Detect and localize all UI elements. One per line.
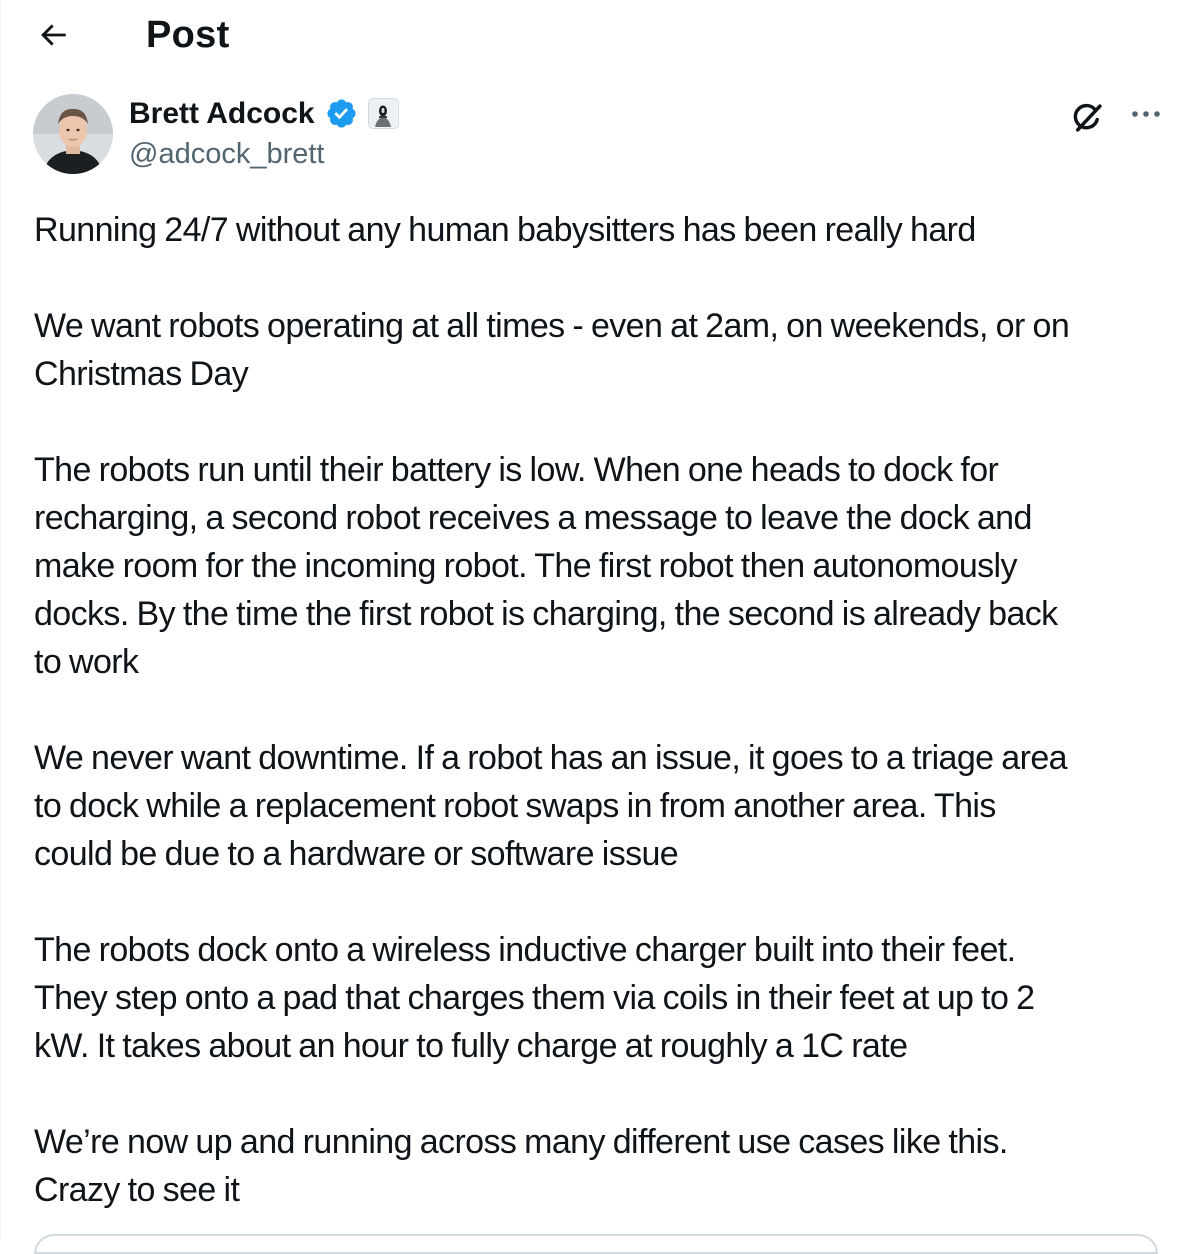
media-card[interactable] bbox=[34, 1234, 1158, 1254]
back-button[interactable] bbox=[30, 12, 76, 58]
author-name[interactable]: Brett Adcock bbox=[129, 96, 315, 132]
tweet-line: to work bbox=[34, 643, 139, 681]
tweet-line: kW. It takes about an hour to fully char… bbox=[34, 1027, 908, 1065]
tweet-line: to dock while a replacement robot swaps … bbox=[34, 787, 996, 825]
tweet-line: They step onto a pad that charges them v… bbox=[34, 979, 1035, 1017]
more-button[interactable] bbox=[1124, 96, 1168, 132]
tweet-line: The robots dock onto a wireless inductiv… bbox=[34, 931, 1016, 969]
column-border bbox=[0, 0, 1, 1240]
tweet-line: We’re now up and running across many dif… bbox=[34, 1123, 1008, 1161]
tweet-line: We want robots operating at all times - … bbox=[34, 307, 1070, 345]
tweet-line: docks. By the time the first robot is ch… bbox=[34, 595, 1058, 633]
tweet-paragraph: We’re now up and running across many dif… bbox=[34, 1118, 1174, 1214]
tweet-text: Running 24/7 without any human babysitte… bbox=[34, 206, 1174, 1214]
tweet-line: could be due to a hardware or software i… bbox=[34, 835, 679, 873]
tweet-paragraph: We never want downtime. If a robot has a… bbox=[34, 734, 1174, 878]
figure-logo-icon bbox=[369, 99, 397, 127]
post-header: Post bbox=[0, 0, 1194, 70]
tweet-line: We never want downtime. If a robot has a… bbox=[34, 739, 1068, 777]
grok-icon bbox=[1073, 103, 1102, 132]
tweet-paragraph: The robots dock onto a wireless inductiv… bbox=[34, 926, 1174, 1070]
tweet-line: make room for the incoming robot. The fi… bbox=[34, 547, 1018, 585]
tweet-line: Christmas Day bbox=[34, 355, 249, 393]
grok-button[interactable] bbox=[1066, 96, 1110, 140]
avatar-image bbox=[33, 94, 113, 174]
tweet-paragraph: The robots run until their battery is lo… bbox=[34, 446, 1174, 686]
affiliate-badge-icon[interactable] bbox=[368, 98, 399, 129]
tweet-line: recharging, a second robot receives a me… bbox=[34, 499, 1032, 537]
more-horizontal-icon bbox=[1132, 111, 1160, 117]
verified-badge-icon bbox=[327, 99, 356, 128]
tweet-paragraph: We want robots operating at all times - … bbox=[34, 302, 1174, 398]
author-handle[interactable]: @adcock_brett bbox=[129, 137, 324, 171]
tweet-line: Running 24/7 without any human babysitte… bbox=[34, 211, 976, 249]
page-title: Post bbox=[146, 14, 230, 56]
tweet-paragraph: Running 24/7 without any human babysitte… bbox=[34, 206, 1174, 254]
avatar[interactable] bbox=[33, 94, 113, 174]
arrow-left-icon bbox=[41, 24, 66, 46]
tweet-line: Crazy to see it bbox=[34, 1171, 240, 1209]
tweet-line: The robots run until their battery is lo… bbox=[34, 451, 999, 489]
